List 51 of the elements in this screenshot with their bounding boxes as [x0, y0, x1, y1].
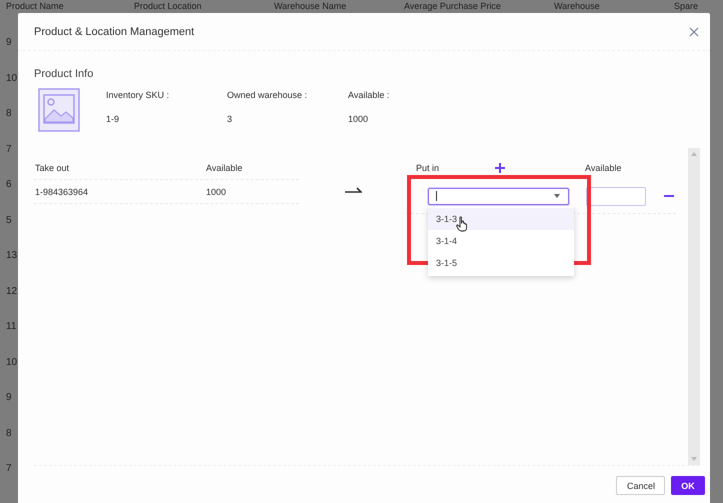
- plus-icon: [495, 162, 505, 172]
- column-header: Available: [585, 162, 622, 172]
- column-header: Spare: [674, 0, 698, 12]
- column-header: Product Location: [134, 0, 203, 12]
- dialog-title: Product & Location Management: [34, 26, 194, 38]
- table-cell-text: 1000: [206, 186, 228, 196]
- ok-button[interactable]: OK: [671, 476, 705, 495]
- row-number: 10: [6, 356, 18, 370]
- dropdown-option[interactable]: 3-1-3: [428, 208, 574, 230]
- field-label: Inventory SKU :: [106, 90, 170, 100]
- column-header: Put in: [415, 162, 440, 172]
- dropdown-option[interactable]: 3-1-5: [428, 252, 574, 274]
- column-header: Available: [206, 162, 244, 172]
- column-header: Average Purchase Price: [404, 0, 502, 12]
- row-number: 8: [6, 107, 12, 121]
- hand-pointer-icon: [456, 216, 468, 232]
- minus-icon: [664, 195, 674, 197]
- column-header: Warehouse: [554, 0, 601, 12]
- available-input[interactable]: [586, 186, 646, 206]
- field-label: Owned warehouse :: [227, 90, 308, 100]
- section-heading: Product Info: [34, 68, 94, 80]
- location-select[interactable]: [428, 188, 569, 204]
- field-value: 1000: [348, 114, 370, 124]
- remove-button[interactable]: [662, 193, 676, 199]
- scrollbar[interactable]: [688, 148, 700, 465]
- table-cell-text: 1-984363964: [35, 186, 90, 196]
- field-value: 3: [227, 114, 234, 124]
- row-number: 5: [6, 214, 12, 228]
- row-number: 9: [6, 391, 12, 405]
- scroll-down-icon: [691, 457, 697, 461]
- row-number: 9: [6, 36, 12, 50]
- caret-icon: [554, 194, 560, 198]
- row-number: 12: [6, 284, 18, 298]
- row-number: 7: [6, 462, 12, 476]
- field-value: 1-9: [106, 114, 120, 124]
- column-header: Warehouse Name: [274, 0, 348, 12]
- row-number: 6: [6, 178, 12, 192]
- cancel-button[interactable]: Cancel: [616, 476, 665, 495]
- image-placeholder-icon: [38, 88, 80, 132]
- row-number: 11: [6, 320, 16, 334]
- row-number: 13: [6, 249, 18, 263]
- column-header: Product Name: [6, 0, 65, 12]
- close-icon: [689, 26, 699, 36]
- add-button[interactable]: [493, 160, 507, 174]
- row-number: 8: [6, 426, 12, 440]
- row-number: 10: [6, 72, 18, 86]
- scroll-up-icon: [691, 152, 697, 156]
- row-number: 7: [6, 142, 12, 156]
- column-header: Take out: [35, 162, 70, 172]
- field-label: Available :: [348, 90, 390, 100]
- dropdown-option[interactable]: 3-1-4: [428, 230, 574, 252]
